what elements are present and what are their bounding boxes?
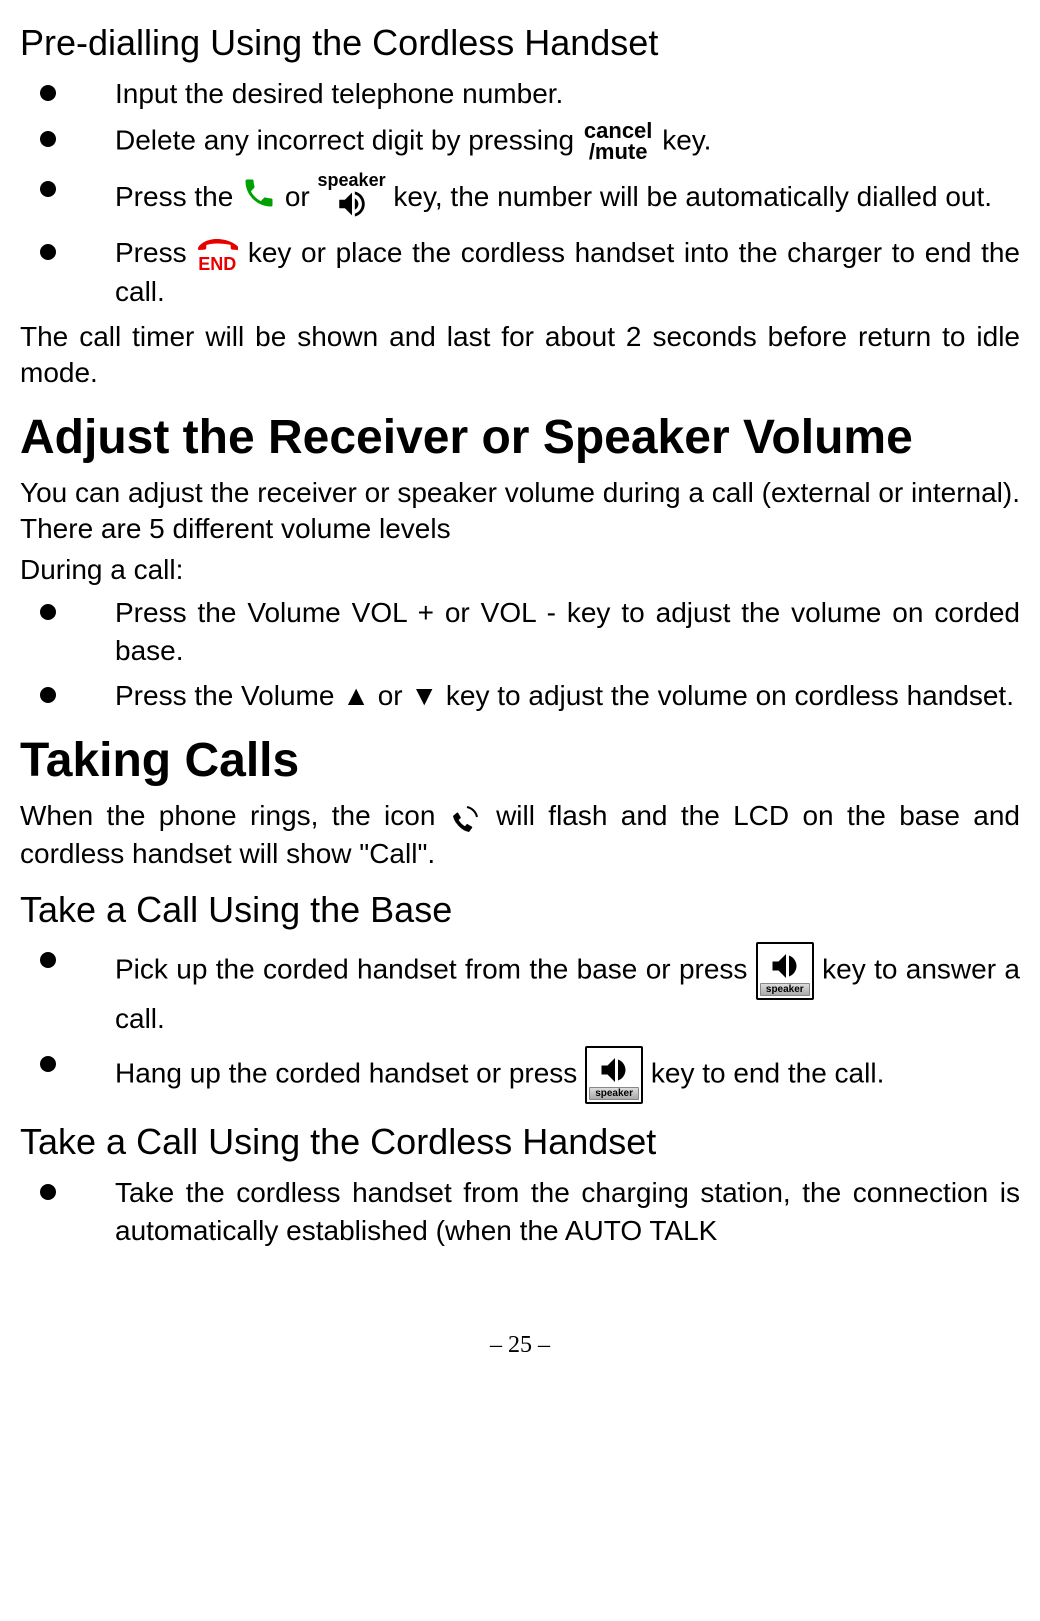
list-item: Press the Volume ▲ or ▼ key to adjust th…: [20, 677, 1020, 715]
text: Delete any incorrect digit by pressing: [115, 124, 582, 155]
text: key, the number will be automatically di…: [393, 180, 992, 211]
base-speaker-key-icon: speaker: [585, 1046, 643, 1104]
end-key-icon: END: [196, 235, 238, 273]
text: or: [285, 180, 318, 211]
take-cordless-list: Take the cordless handset from the charg…: [20, 1174, 1020, 1250]
cancel-mute-key-icon: cancel/mute: [582, 121, 655, 163]
heading-predialling: Pre-dialling Using the Cordless Handset: [20, 20, 1020, 65]
text: key or place the cordless handset into t…: [115, 237, 1020, 308]
text: When the phone rings, the icon: [20, 800, 449, 831]
adjust-volume-list: Press the Volume VOL + or VOL - key to a…: [20, 594, 1020, 715]
list-item: Press END key or place the cordless hand…: [20, 234, 1020, 311]
text: Press: [115, 237, 196, 268]
text: Press the Volume ▲ or ▼ key to adjust th…: [115, 680, 1014, 711]
list-item: Delete any incorrect digit by pressing c…: [20, 121, 1020, 163]
list-item: Press the Volume VOL + or VOL - key to a…: [20, 594, 1020, 670]
text: Press the: [115, 180, 241, 211]
list-item: Input the desired telephone number.: [20, 75, 1020, 113]
list-item: Press the or speaker key, the number wil…: [20, 171, 1020, 226]
heading-take-cordless: Take a Call Using the Cordless Handset: [20, 1119, 1020, 1164]
predialling-list: Input the desired telephone number. Dele…: [20, 75, 1020, 311]
text: Take the cordless handset from the charg…: [115, 1177, 1020, 1246]
text: key.: [662, 124, 711, 155]
heading-taking-calls: Taking Calls: [20, 735, 1020, 788]
taking-calls-paragraph: When the phone rings, the icon will flas…: [20, 798, 1020, 872]
text: Pick up the corded handset from the base…: [115, 954, 756, 985]
heading-adjust-volume: Adjust the Receiver or Speaker Volume: [20, 412, 1020, 465]
text: Press the Volume VOL + or VOL - key to a…: [115, 597, 1020, 666]
base-speaker-key-icon: speaker: [756, 942, 814, 1000]
text: Input the desired telephone number.: [115, 78, 563, 109]
adjust-volume-during: During a call:: [20, 552, 1020, 588]
text: Hang up the corded handset or press: [115, 1057, 585, 1088]
predialling-footer: The call timer will be shown and last fo…: [20, 319, 1020, 392]
call-key-icon: [241, 175, 277, 221]
adjust-volume-intro: You can adjust the receiver or speaker v…: [20, 475, 1020, 548]
list-item: Hang up the corded handset or press spea…: [20, 1046, 1020, 1104]
text: key to end the call.: [651, 1057, 884, 1088]
list-item: Take the cordless handset from the charg…: [20, 1174, 1020, 1250]
heading-take-base: Take a Call Using the Base: [20, 887, 1020, 932]
take-base-list: Pick up the corded handset from the base…: [20, 942, 1020, 1104]
list-item: Pick up the corded handset from the base…: [20, 942, 1020, 1038]
speaker-key-icon: speaker: [318, 171, 386, 226]
page-number: – 25 –: [20, 1330, 1020, 1360]
ringing-handset-icon: [449, 799, 483, 835]
